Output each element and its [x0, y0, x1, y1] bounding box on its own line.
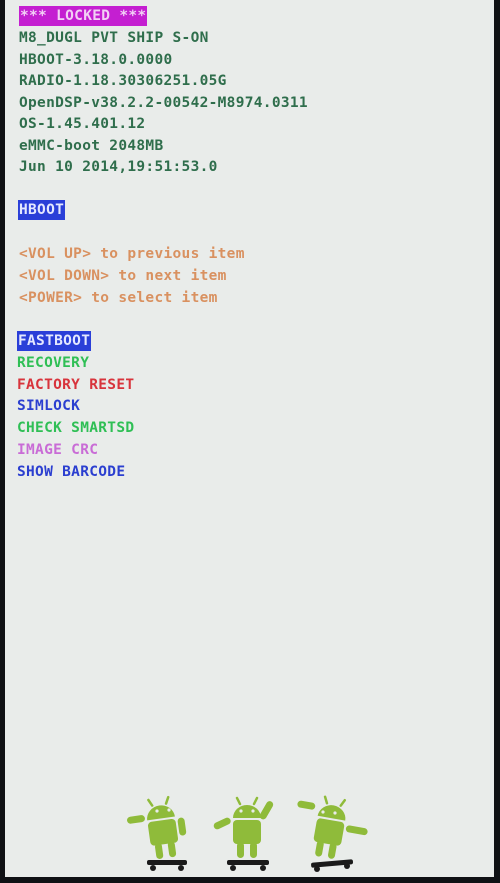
instruction-power: <POWER> to select item	[19, 290, 218, 306]
menu-item-show-barcode[interactable]: SHOW BARCODE	[17, 462, 125, 482]
android-skateboard-icon	[127, 795, 187, 871]
menu-item-check-smartsd[interactable]: CHECK SMARTSD	[17, 418, 134, 438]
build-date: Jun 10 2014,19:51:53.0	[19, 159, 218, 175]
device-model: M8_DUGL PVT SHIP S-ON	[19, 30, 209, 46]
android-skateboard-icon	[297, 795, 368, 872]
bootloader-screen: *** LOCKED *** M8_DUGL PVT SHIP S-ON HBO…	[5, 0, 494, 877]
radio-version: RADIO-1.18.30306251.05G	[19, 73, 227, 89]
instruction-vol-up: <VOL UP> to previous item	[19, 246, 245, 262]
android-skateboard-icon	[213, 796, 274, 871]
menu-item-simlock[interactable]: SIMLOCK	[17, 396, 80, 416]
menu-item-factory-reset[interactable]: FACTORY RESET	[17, 375, 134, 395]
hboot-version: HBOOT-3.18.0.0000	[19, 51, 173, 68]
instruction-vol-down: <VOL DOWN> to next item	[19, 268, 227, 284]
menu-item-image-crc[interactable]: IMAGE CRC	[17, 440, 98, 460]
locked-status-banner: *** LOCKED ***	[19, 6, 148, 26]
menu-item-recovery[interactable]: RECOVERY	[17, 353, 89, 373]
os-version: OS-1.45.401.12	[19, 116, 146, 132]
section-title: HBOOT	[18, 200, 66, 220]
menu-item-fastboot[interactable]: FASTBOOT	[17, 331, 92, 351]
opendsp-version: OpenDSP-v38.2.2-00542-M8974.0311	[19, 94, 308, 111]
emmc-info: eMMC-boot 2048MB	[19, 137, 164, 154]
